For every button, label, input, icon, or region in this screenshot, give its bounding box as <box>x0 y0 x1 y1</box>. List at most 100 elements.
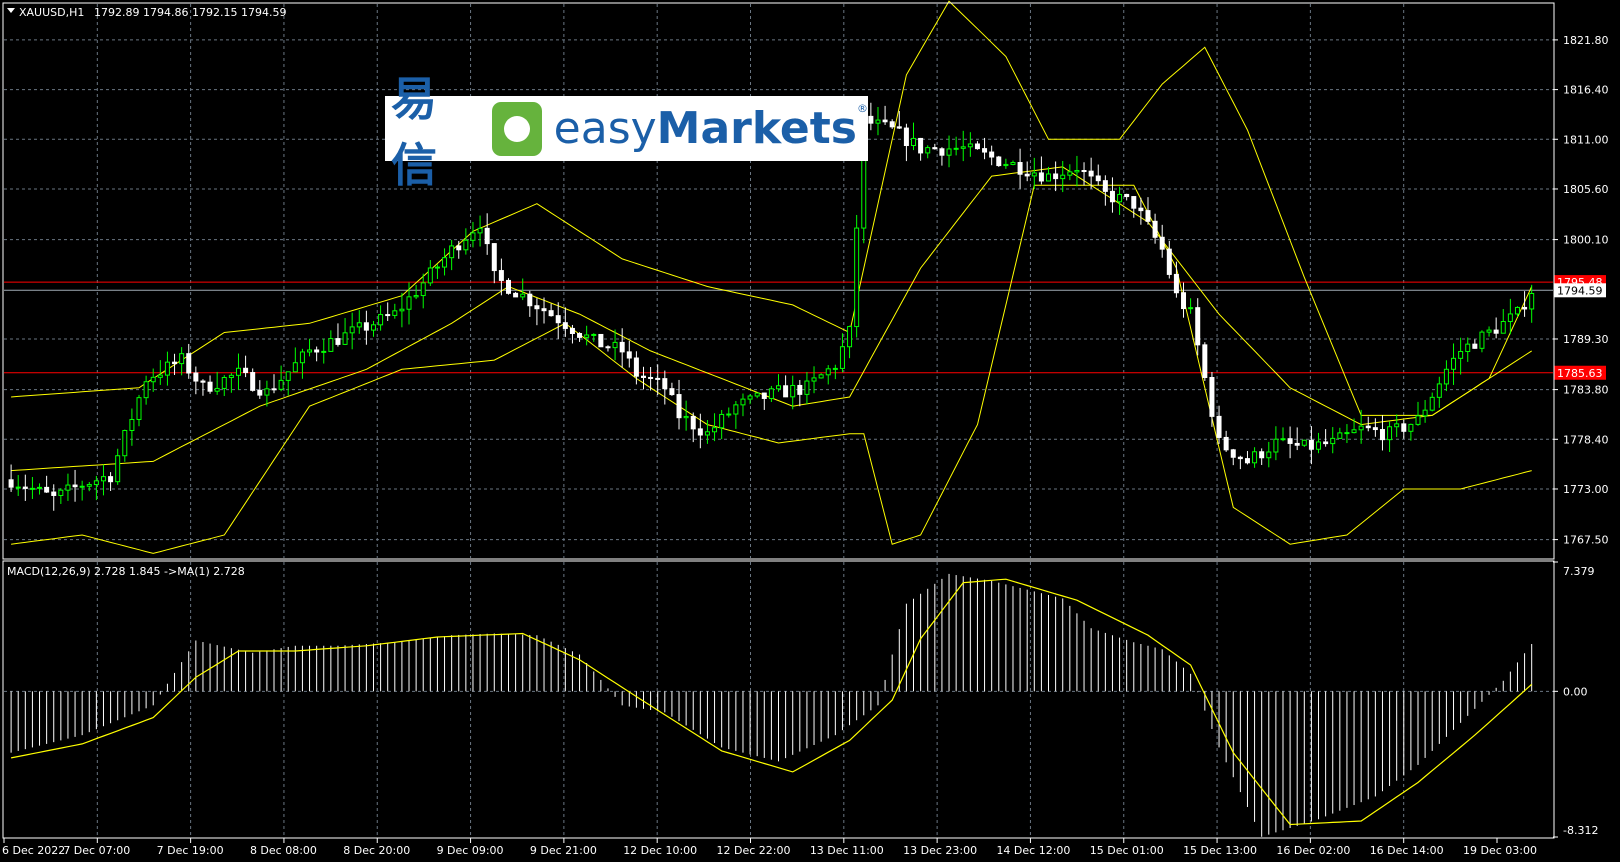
candle-body <box>1408 423 1414 432</box>
candle-body <box>1237 456 1243 460</box>
candle-body <box>1024 173 1030 177</box>
candle-body <box>541 308 547 312</box>
candle-body <box>534 305 540 310</box>
candle-body <box>804 380 810 395</box>
candle-body <box>882 119 888 123</box>
candle-body <box>1145 210 1151 222</box>
candle-body <box>37 486 43 489</box>
candle-body <box>434 266 440 269</box>
candle-body <box>1301 439 1307 446</box>
time-tick-label: 7 Dec 19:00 <box>157 844 224 857</box>
candle-body <box>1351 429 1357 434</box>
candle-body <box>399 308 405 312</box>
candle-body <box>449 245 455 259</box>
candle-body <box>555 315 561 324</box>
candle-body <box>1330 437 1336 445</box>
candle-body <box>591 333 597 336</box>
candle-body <box>1252 451 1258 464</box>
candle-body <box>392 310 398 316</box>
candle-body <box>1294 442 1300 446</box>
candle-body <box>818 374 824 379</box>
current-price-label: 1794.59 <box>1557 284 1603 297</box>
candle-body <box>960 146 966 149</box>
logo-mark-icon <box>491 101 542 156</box>
ohlc-values: 1792.89 1794.86 1792.15 1794.59 <box>94 6 286 19</box>
candle-body <box>342 332 348 345</box>
candle-body <box>1074 170 1080 173</box>
candle-body <box>1472 343 1478 349</box>
candle-body <box>1117 193 1123 203</box>
candle-body <box>1081 170 1087 173</box>
candle-body <box>1323 441 1329 445</box>
candle-body <box>733 404 739 415</box>
time-tick-label: 6 Dec 2022 <box>2 844 65 857</box>
candle-body <box>257 389 263 396</box>
candle-body <box>1244 458 1250 464</box>
candle-body <box>662 378 668 390</box>
candle-body <box>633 357 639 377</box>
candle-body <box>115 455 121 483</box>
candle-body <box>164 361 170 376</box>
price-tick-label: 1821.80 <box>1563 34 1609 47</box>
candle-body <box>299 351 305 364</box>
candle-body <box>150 376 156 383</box>
candle-body <box>868 115 874 124</box>
candle-body <box>86 484 92 487</box>
time-tick-label: 15 Dec 13:00 <box>1183 844 1257 857</box>
candle-body <box>427 267 433 284</box>
time-tick-label: 12 Dec 22:00 <box>717 844 791 857</box>
candle-body <box>1493 329 1499 334</box>
candle-body <box>1053 173 1059 180</box>
price-tick-label: 1783.80 <box>1563 384 1609 397</box>
candle-body <box>278 379 284 390</box>
candle-body <box>129 418 135 432</box>
candle-body <box>598 333 604 348</box>
candle-body <box>1102 180 1108 192</box>
time-tick-label: 9 Dec 09:00 <box>437 844 504 857</box>
candle-body <box>1316 441 1322 450</box>
candle-body <box>726 413 732 416</box>
candle-body <box>1230 449 1236 458</box>
candle-body <box>1067 171 1073 176</box>
candle-body <box>15 486 21 489</box>
candle-body <box>498 270 504 281</box>
candle-body <box>442 257 448 268</box>
candle-body <box>1088 170 1094 177</box>
easymarkets-logo: 易信 easyMarkets ® <box>385 72 868 192</box>
candle-body <box>1223 436 1229 451</box>
time-tick-label: 13 Dec 11:00 <box>810 844 884 857</box>
price-tick-label: 1805.60 <box>1563 183 1609 196</box>
candle-body <box>548 310 554 317</box>
candle-body <box>207 381 213 392</box>
candle-body <box>193 372 199 382</box>
candle-body <box>250 372 256 391</box>
candle-body <box>1166 248 1172 275</box>
candle-body <box>982 148 988 153</box>
candle-body <box>420 282 426 297</box>
candle-body <box>619 341 625 353</box>
time-tick-label: 8 Dec 08:00 <box>250 844 317 857</box>
candle-body <box>349 326 355 334</box>
candle-body <box>911 137 917 147</box>
candle-body <box>1308 439 1314 450</box>
candle-body <box>1109 190 1115 203</box>
time-tick-label: 14 Dec 12:00 <box>996 844 1070 857</box>
candle-body <box>626 351 632 359</box>
time-tick-label: 7 Dec 07:00 <box>63 844 130 857</box>
candle-body <box>761 392 767 399</box>
candle-body <box>484 227 490 245</box>
candle-body <box>1017 162 1023 175</box>
candle-body <box>669 388 675 396</box>
candle-body <box>1479 331 1485 349</box>
candle-body <box>285 371 291 381</box>
candle-body <box>1394 423 1400 428</box>
candle-body <box>797 384 803 395</box>
candle-body <box>136 397 142 420</box>
candle-body <box>307 349 313 353</box>
macd-tick-label: 7.379 <box>1563 565 1595 578</box>
candle-body <box>875 119 881 124</box>
candle-body <box>1010 162 1016 165</box>
candle-body <box>811 377 817 382</box>
candle-body <box>676 394 682 419</box>
candle-body <box>1372 427 1378 431</box>
